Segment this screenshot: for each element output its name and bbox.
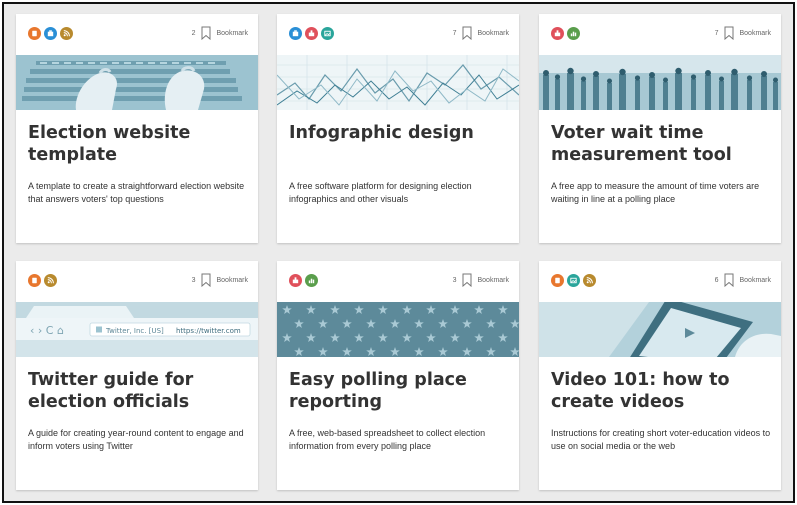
bookmark-icon[interactable]	[201, 26, 211, 40]
bookmark-count: 7	[452, 29, 457, 37]
bookmark-icon[interactable]	[724, 26, 734, 40]
ballot-icon	[289, 274, 302, 287]
building-icon	[289, 27, 302, 40]
card-title[interactable]: Infographic design	[289, 122, 509, 144]
chart-icon	[305, 274, 318, 287]
category-icons	[28, 274, 57, 287]
card-image-browser: ‹ › C ⌂ Twitter, Inc. [US] https://twitt…	[16, 302, 258, 357]
bookmark-label[interactable]: Bookmark	[739, 277, 771, 284]
card-description: A free software platform for designing e…	[289, 181, 472, 204]
card-description: A free, web-based spreadsheet to collect…	[289, 428, 486, 451]
bookmark-icon[interactable]	[724, 273, 734, 287]
bookmark-icon[interactable]	[462, 273, 472, 287]
category-icons	[551, 27, 580, 40]
card-description: A free app to measure the amount of time…	[551, 181, 760, 204]
bookmark-label[interactable]: Bookmark	[216, 277, 248, 284]
bookmark-control[interactable]: 6 Bookmark	[715, 273, 771, 287]
bookmark-control[interactable]: 7 Bookmark	[453, 26, 509, 40]
bookmark-icon[interactable]	[201, 273, 211, 287]
document-icon	[28, 274, 41, 287]
browser-tab-text: Twitter, Inc. [US]	[105, 327, 164, 335]
feed-icon	[44, 274, 57, 287]
card-title[interactable]: Twitter guide for election officials	[28, 369, 248, 413]
card-title[interactable]: Easy polling place reporting	[289, 369, 509, 413]
card-header: 2 Bookmark	[16, 14, 258, 55]
bookmark-label[interactable]: Bookmark	[477, 277, 509, 284]
category-icons	[289, 27, 334, 40]
bookmark-count: 6	[714, 276, 719, 284]
bookmark-control[interactable]: 3 Bookmark	[453, 273, 509, 287]
card-header: 6 Bookmark	[539, 261, 781, 302]
resource-card-wait-time[interactable]: 7 Bookmark Voter wait time measurement t…	[539, 14, 781, 243]
resource-card-polling-reporting[interactable]: 3 Bookmark Easy polling place reporting …	[277, 261, 519, 490]
card-image-keyboard	[16, 55, 258, 110]
card-title[interactable]: Election website template	[28, 122, 248, 166]
chart-icon	[567, 27, 580, 40]
bookmark-count: 2	[191, 29, 196, 37]
card-header: 3 Bookmark	[16, 261, 258, 302]
bookmark-control[interactable]: 7 Bookmark	[715, 26, 771, 40]
card-image-phone-video	[539, 302, 781, 357]
ballot-icon	[305, 27, 318, 40]
card-description: Instructions for creating short voter-ed…	[551, 428, 771, 451]
card-description: A guide for creating year-round content …	[28, 428, 244, 451]
bookmark-count: 7	[714, 29, 719, 37]
document-icon	[551, 274, 564, 287]
bookmark-label[interactable]: Bookmark	[216, 30, 248, 37]
card-header: 7 Bookmark	[539, 14, 781, 55]
building-icon	[44, 27, 57, 40]
bookmark-icon[interactable]	[462, 26, 472, 40]
category-icons	[289, 274, 318, 287]
image-icon	[321, 27, 334, 40]
card-title[interactable]: Voter wait time measurement tool	[551, 122, 771, 166]
category-icons	[28, 27, 73, 40]
card-image-crowd	[539, 55, 781, 110]
document-icon	[28, 27, 41, 40]
bookmark-count: 3	[452, 276, 457, 284]
card-image-stars	[277, 302, 519, 357]
image-icon	[567, 274, 580, 287]
category-icons	[551, 274, 596, 287]
card-header: 3 Bookmark	[277, 261, 519, 302]
resource-card-twitter-guide[interactable]: 3 Bookmark ‹ › C ⌂ Twitter, Inc. [US] ht…	[16, 261, 258, 490]
feed-icon	[60, 27, 73, 40]
browser-url-text: https://twitter.com	[176, 327, 241, 335]
card-title[interactable]: Video 101: how to create videos	[551, 369, 771, 413]
resource-grid: 2 Bookmark Election website template A t…	[2, 2, 795, 503]
card-description: A template to create a straightforward e…	[28, 181, 245, 204]
bookmark-label[interactable]: Bookmark	[739, 30, 771, 37]
resource-card-election-website[interactable]: 2 Bookmark Election website template A t…	[16, 14, 258, 243]
bookmark-label[interactable]: Bookmark	[477, 30, 509, 37]
feed-icon	[583, 274, 596, 287]
card-header: 7 Bookmark	[277, 14, 519, 55]
card-image-line-graph	[277, 55, 519, 110]
bookmark-count: 3	[191, 276, 196, 284]
bookmark-control[interactable]: 2 Bookmark	[192, 26, 248, 40]
bookmark-control[interactable]: 3 Bookmark	[192, 273, 248, 287]
resource-card-video-101[interactable]: 6 Bookmark Video 101: how to create vide…	[539, 261, 781, 490]
resource-card-infographic[interactable]: 7 Bookmark Infographic design A free sof…	[277, 14, 519, 243]
svg-text:‹ › C ⌂: ‹ › C ⌂	[30, 324, 64, 337]
ballot-icon	[551, 27, 564, 40]
